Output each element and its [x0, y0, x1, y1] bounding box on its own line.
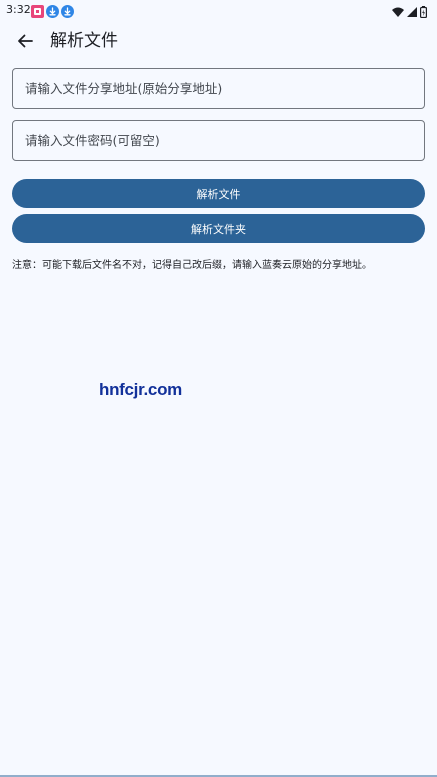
share-url-input[interactable] — [13, 69, 424, 108]
parse-file-button[interactable]: 解析文件 — [12, 179, 425, 208]
status-bar: 3:32 — [0, 0, 437, 20]
notice-text: 注意：可能下载后文件名不对，记得自己改后缀，请输入蓝奏云原始的分享地址。 — [12, 260, 372, 271]
app-bar: 解析文件 — [0, 20, 437, 62]
password-input[interactable] — [13, 121, 424, 160]
page-title: 解析文件 — [50, 31, 118, 51]
share-url-field[interactable] — [12, 68, 425, 109]
parse-folder-button[interactable]: 解析文件夹 — [12, 214, 425, 243]
back-arrow-icon[interactable] — [14, 30, 36, 52]
watermark: hnfcjr.com — [99, 380, 182, 399]
status-time: 3:32 — [6, 3, 31, 16]
download-icon — [46, 3, 59, 18]
password-field[interactable] — [12, 120, 425, 161]
app-badge-icon — [31, 3, 44, 18]
download-icon — [61, 3, 74, 18]
